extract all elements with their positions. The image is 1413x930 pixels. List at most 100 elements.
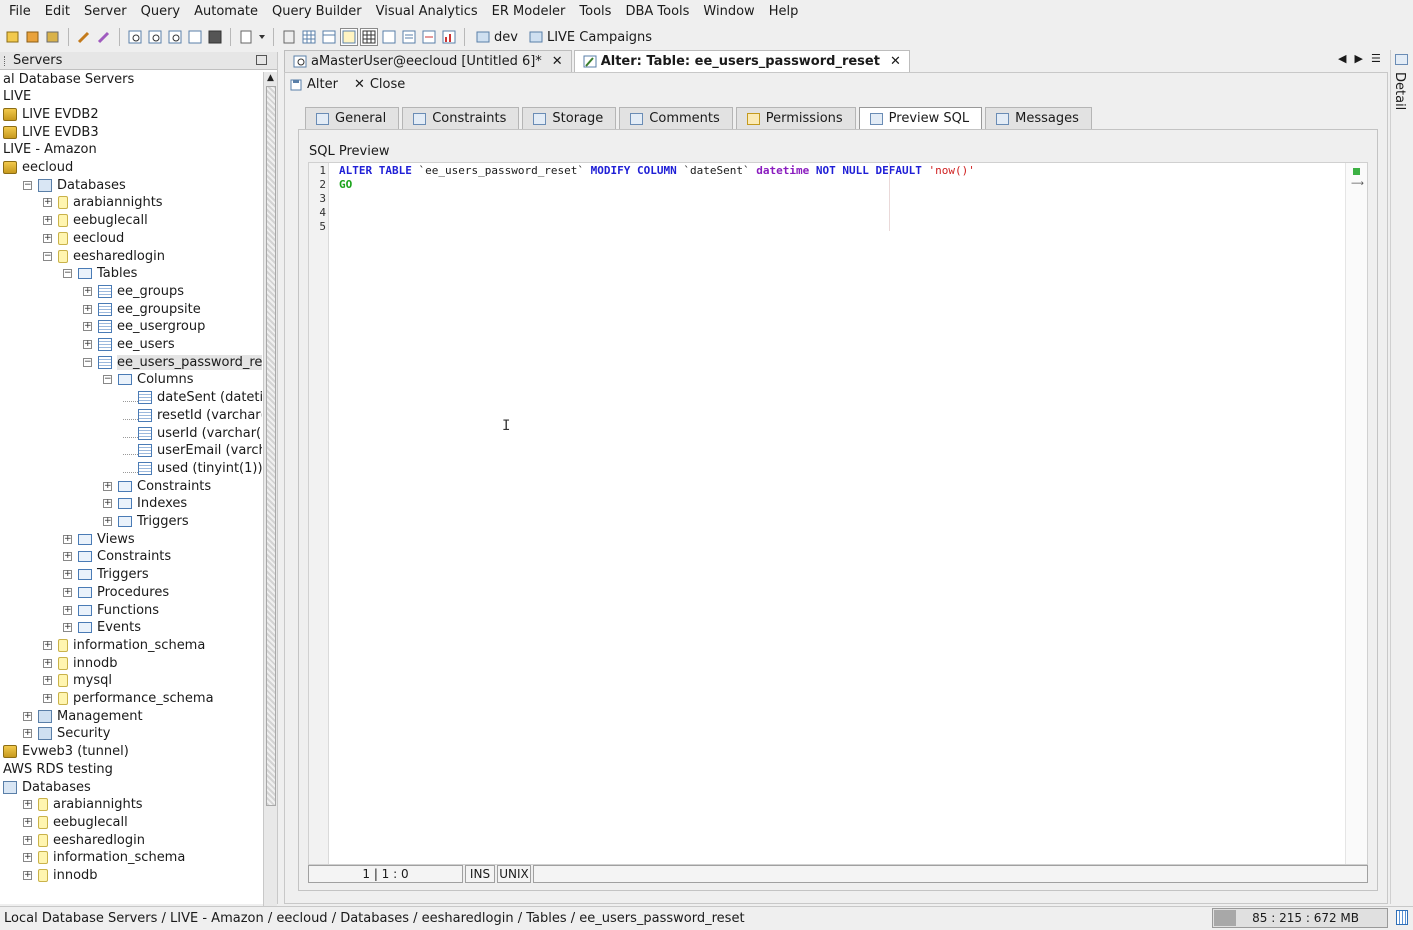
panel-grip-icon[interactable] [4, 55, 7, 66]
connection-dev-button[interactable]: dev [471, 29, 522, 45]
close-tab-icon[interactable]: ✕ [552, 54, 563, 69]
pivot-view-icon[interactable] [380, 28, 398, 46]
tab-sql-editor[interactable]: aMasterUser@eecloud [Untitled 6]* ✕ [284, 50, 572, 72]
expand-icon[interactable]: + [63, 552, 72, 562]
detail-label[interactable]: Detail [1392, 72, 1407, 110]
tree-node[interactable]: + mysql [43, 672, 112, 690]
schema-compare-icon[interactable] [186, 28, 204, 46]
expand-icon[interactable]: + [43, 640, 52, 650]
expand-icon[interactable]: + [43, 216, 52, 226]
tree-node[interactable]: + ee_groups [83, 282, 184, 300]
tab-storage[interactable]: Storage [522, 107, 617, 129]
tree-node[interactable]: AWS RDS testing [3, 760, 113, 778]
menu-window[interactable]: Window [696, 0, 761, 24]
collapse-icon[interactable]: − [63, 269, 72, 279]
expand-icon[interactable]: + [83, 340, 92, 349]
chart-view-icon[interactable] [440, 28, 458, 46]
tree-node[interactable]: userEmail (varchar(1 [123, 442, 262, 460]
tree-node[interactable]: − ee_users_password_reset [83, 353, 262, 371]
menu-automate[interactable]: Automate [187, 0, 265, 24]
expand-icon[interactable]: + [63, 623, 72, 633]
text-view-icon[interactable] [340, 28, 358, 46]
dropdown-arrow-icon[interactable] [257, 28, 267, 46]
query-analyzer-icon[interactable] [166, 28, 184, 46]
form-view-icon[interactable] [320, 28, 338, 46]
menu-query-builder[interactable]: Query Builder [265, 0, 369, 24]
tab-list-icon[interactable]: ☰ [1371, 52, 1381, 65]
tab-general[interactable]: General [305, 107, 400, 129]
expand-icon[interactable]: + [23, 835, 32, 845]
tree-node[interactable]: + information_schema [23, 849, 185, 867]
tree-node[interactable]: + ee_groupsite [83, 300, 201, 318]
tree-node[interactable]: − Tables [63, 265, 137, 283]
tree-node[interactable]: + ee_users [83, 336, 175, 354]
register-server-icon[interactable] [95, 28, 113, 46]
expand-icon[interactable]: + [23, 711, 32, 721]
tree-node[interactable]: + Triggers [103, 513, 189, 531]
connect-icon[interactable] [4, 28, 22, 46]
tree-node[interactable]: + information_schema [43, 636, 205, 654]
tab-permissions[interactable]: Permissions [735, 107, 856, 129]
scroll-up-icon[interactable]: ▲ [267, 73, 274, 83]
menu-tools[interactable]: Tools [572, 0, 618, 24]
tab-next-icon[interactable]: ▶ [1354, 52, 1362, 65]
new-document-icon[interactable] [237, 28, 255, 46]
grid-view-icon[interactable] [300, 28, 318, 46]
close-tab-icon[interactable]: ✕ [890, 54, 901, 69]
garbage-collect-icon[interactable] [1396, 910, 1408, 925]
tree-node[interactable]: Databases [3, 778, 91, 796]
menu-query[interactable]: Query [134, 0, 188, 24]
tree-node[interactable]: LIVE EVDB2 [3, 105, 99, 123]
tab-alter-table[interactable]: Alter: Table: ee_users_password_reset ✕ [573, 50, 910, 72]
tree-node[interactable]: + Views [63, 530, 135, 548]
edit-server-icon[interactable] [75, 28, 93, 46]
expand-icon[interactable]: + [43, 233, 52, 243]
expand-icon[interactable]: + [83, 304, 92, 314]
transfer-icon[interactable] [420, 28, 438, 46]
expand-icon[interactable]: + [103, 517, 112, 526]
tree-scroll-thumb[interactable] [266, 86, 276, 806]
tree-node[interactable]: userId (varchar(100 [123, 424, 262, 442]
expand-icon[interactable]: + [63, 605, 72, 615]
expand-icon[interactable]: + [103, 499, 112, 509]
expand-icon[interactable]: + [23, 800, 32, 810]
tree-node[interactable]: + performance_schema [43, 690, 214, 708]
collapse-icon[interactable]: − [23, 180, 32, 190]
memory-indicator[interactable]: 85 : 215 : 672 MB [1212, 908, 1388, 928]
tree-node[interactable]: + innodb [23, 867, 98, 885]
expand-icon[interactable]: + [23, 729, 32, 739]
tree-node[interactable]: LIVE EVDB3 [3, 123, 99, 141]
expand-icon[interactable]: + [63, 534, 72, 544]
tab-comments[interactable]: Comments [619, 107, 733, 129]
tree-node[interactable]: al Database Servers [3, 72, 134, 88]
tree-node[interactable]: + Constraints [103, 477, 211, 495]
tree-node[interactable]: + Procedures [63, 583, 169, 601]
disconnect-icon[interactable] [24, 28, 42, 46]
sql-code-editor[interactable]: 1 2 3 4 5 ALTER TABLE `ee_users_password… [308, 162, 1368, 865]
data-compare-icon[interactable] [206, 28, 224, 46]
tree-vertical-scrollbar[interactable]: ▲ ▼ [263, 72, 277, 930]
tree-node[interactable]: + eesharedlogin [23, 831, 145, 849]
tree-node[interactable]: + Management [23, 707, 143, 725]
tree-node[interactable]: used (tinyint(1)) [123, 459, 262, 477]
tree-node[interactable]: + arabiannights [23, 796, 143, 814]
detail-side-panel[interactable]: Detail [1390, 50, 1413, 904]
tree-node[interactable]: + eebuglecall [23, 813, 128, 831]
tree-node[interactable]: + Indexes [103, 495, 187, 513]
tree-node[interactable]: + Events [63, 619, 141, 637]
expand-icon[interactable]: + [83, 286, 92, 296]
tree-node[interactable]: + Triggers [63, 566, 149, 584]
live-campaigns-button[interactable]: LIVE Campaigns [524, 29, 656, 45]
tab-messages[interactable]: Messages [985, 107, 1092, 129]
menu-file[interactable]: File [2, 0, 38, 24]
query-window-icon[interactable] [126, 28, 144, 46]
collapse-icon[interactable]: − [103, 375, 112, 385]
tree-node[interactable]: + arabiannights [43, 194, 163, 212]
collapse-icon[interactable]: − [43, 251, 52, 261]
expand-icon[interactable]: + [23, 817, 32, 827]
menu-edit[interactable]: Edit [38, 0, 77, 24]
tree-node[interactable]: LIVE [3, 88, 31, 106]
tree-node[interactable]: Evweb3 (tunnel) [3, 743, 129, 761]
menu-er-modeler[interactable]: ER Modeler [485, 0, 573, 24]
alter-button[interactable]: Alter [290, 77, 338, 92]
